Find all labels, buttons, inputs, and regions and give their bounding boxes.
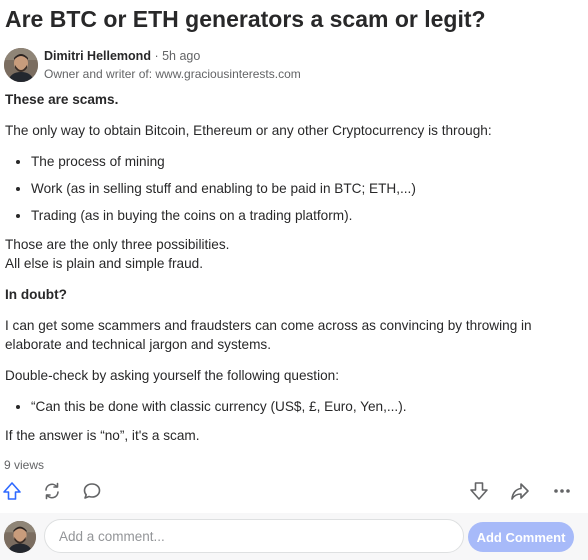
list-item: Work (as in selling stuff and enabling t… bbox=[31, 179, 583, 198]
arrow-forward-icon bbox=[511, 483, 529, 500]
post-time[interactable]: 5h ago bbox=[162, 49, 200, 63]
answer-bold-text: In doubt? bbox=[5, 287, 67, 302]
list-item: “Can this be done with classic currency … bbox=[31, 397, 583, 416]
author-name[interactable]: Dimitri Hellemond bbox=[44, 49, 151, 63]
comment-button[interactable] bbox=[80, 479, 104, 503]
author-avatar[interactable] bbox=[4, 48, 38, 82]
refresh-icon bbox=[45, 482, 59, 500]
answer-bold-text: These are scams. bbox=[5, 92, 119, 107]
author-name-line: Dimitri Hellemond · 5h ago bbox=[44, 48, 301, 65]
more-options-button[interactable] bbox=[550, 479, 574, 503]
answer-paragraph: The only way to obtain Bitcoin, Ethereum… bbox=[5, 123, 492, 138]
question-title[interactable]: Are BTC or ETH generators a scam or legi… bbox=[5, 6, 486, 33]
avatar-image bbox=[4, 48, 38, 82]
list-item: The process of mining bbox=[31, 152, 583, 171]
avatar-image bbox=[4, 521, 36, 553]
author-separator: · bbox=[150, 49, 163, 63]
answer-line: Those are the only three possibilities. bbox=[5, 237, 230, 252]
comment-input[interactable] bbox=[44, 519, 464, 553]
action-bar bbox=[0, 479, 588, 505]
answer-line: All else is plain and simple fraud. bbox=[5, 256, 203, 271]
answer-list: “Can this be done with classic currency … bbox=[5, 397, 583, 416]
view-count[interactable]: 9 views bbox=[4, 458, 44, 472]
user-avatar[interactable] bbox=[4, 521, 36, 553]
downvote-button[interactable] bbox=[467, 479, 491, 503]
arrow-up-outline-icon bbox=[3, 482, 21, 500]
answer-content: These are scams. The only way to obtain … bbox=[5, 90, 583, 457]
answer-list: The process of mining Work (as in sellin… bbox=[5, 152, 583, 225]
author-credential: Owner and writer of: www.graciousinteres… bbox=[44, 67, 301, 81]
answer-paragraph: These are scams. bbox=[5, 90, 583, 109]
upvote-button[interactable] bbox=[0, 479, 24, 503]
arrow-down-outline-icon bbox=[470, 482, 488, 500]
answer-paragraph: Those are the only three possibilities. A… bbox=[5, 235, 583, 273]
answer-paragraph: In doubt? bbox=[5, 285, 583, 304]
ellipsis-icon bbox=[554, 489, 570, 493]
answer-paragraph: I can get some scammers and fraudsters c… bbox=[5, 318, 532, 352]
list-item: Trading (as in buying the coins on a tra… bbox=[31, 206, 583, 225]
share-forward-button[interactable] bbox=[508, 479, 532, 503]
speech-bubble-icon bbox=[83, 483, 101, 499]
share-button[interactable] bbox=[40, 479, 64, 503]
answer-paragraph: Double-check by asking yourself the foll… bbox=[5, 368, 339, 383]
answer-paragraph: If the answer is “no”, it's a scam. bbox=[5, 428, 200, 443]
author-meta: Dimitri Hellemond · 5h ago Owner and wri… bbox=[44, 48, 301, 82]
comment-bar: Add Comment bbox=[0, 513, 588, 560]
add-comment-button[interactable]: Add Comment bbox=[468, 522, 574, 552]
